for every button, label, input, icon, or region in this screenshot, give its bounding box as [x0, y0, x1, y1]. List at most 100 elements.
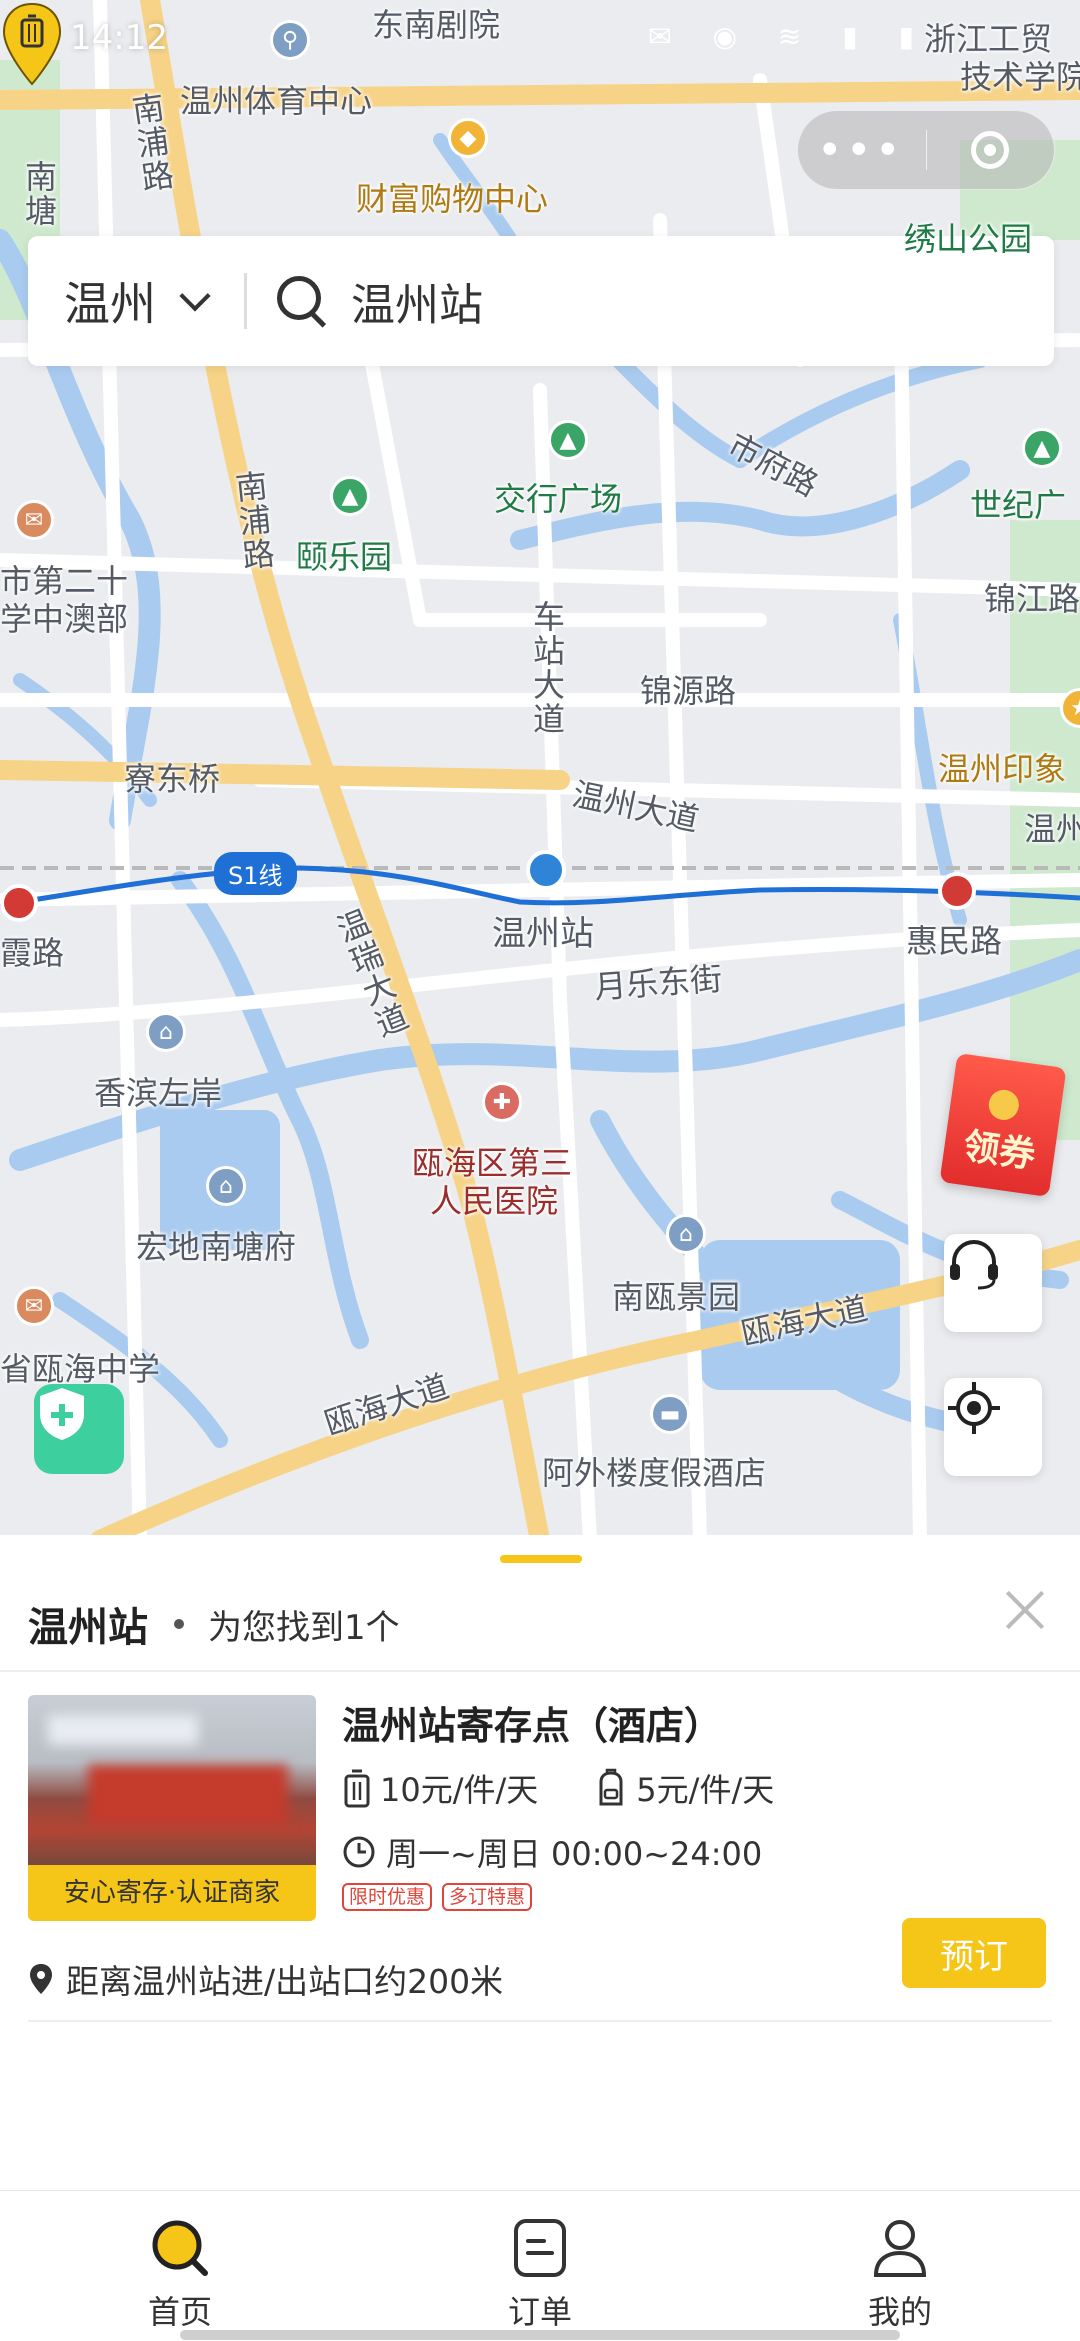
insurance-shield-button[interactable] [34, 1384, 124, 1474]
more-options-icon[interactable]: ••• [798, 130, 926, 171]
map-label: 人民医院 [430, 1182, 559, 1220]
park-icon: ▲ [330, 476, 370, 516]
map-label: 霞路 [0, 934, 65, 972]
school-icon: ✉ [14, 1286, 54, 1326]
coupon-label: 领券 [960, 1125, 1038, 1177]
status-icons: ✉ ◉ ≋ ▮ ▮ [648, 20, 930, 53]
map-label: 宏地南塘府 [136, 1228, 297, 1266]
coupon-button[interactable]: 领券 [939, 1052, 1067, 1198]
stadium-icon: ⚲ [270, 20, 310, 60]
hours-text: 周一~周日 00:00~24:00 [386, 1835, 763, 1873]
map-label: 锦江路 [984, 580, 1080, 618]
crosshair-icon [948, 1382, 1000, 1434]
shield-plus-icon [40, 1388, 84, 1440]
divider [28, 2020, 1052, 2022]
promo-tag: 限时优惠 [342, 1883, 433, 1911]
map-label: 香滨左岸 [94, 1074, 223, 1112]
map-label: 财富购物中心 [356, 180, 549, 218]
hotel-icon: ▬ [650, 1394, 690, 1434]
locate-me-button[interactable] [944, 1378, 1042, 1476]
map-label: 南瓯景园 [612, 1278, 741, 1316]
store-card[interactable]: 安心寄存·认证商家 温州站寄存点（酒店） 10元/件/天 5元/件/天 周一~周… [0, 1695, 1080, 2025]
tab-profile[interactable]: 我的 [720, 2191, 1080, 2341]
sheet-drag-handle[interactable] [500, 1555, 582, 1563]
map-label: 绣山公园 [904, 220, 1033, 258]
close-icon[interactable] [1000, 1585, 1050, 1635]
divider [0, 1670, 1080, 1672]
home-search-icon [152, 2220, 208, 2276]
target-icon [971, 131, 1010, 169]
price-luggage: 10元/件/天 [342, 1765, 538, 1811]
map-label: 温州体育中心 [180, 82, 373, 120]
metro-station-icon [0, 884, 38, 922]
customer-service-button[interactable] [944, 1234, 1042, 1332]
search-input[interactable] [349, 274, 1053, 328]
map-pin-icon [30, 1964, 52, 1994]
city-name: 温州 [64, 277, 156, 331]
distance-row: 距离温州站进/出站口约200米 [28, 1955, 503, 2003]
map-label: 技术学院 [960, 58, 1080, 96]
park-icon: ▲ [548, 420, 588, 460]
headset-icon [950, 1240, 998, 1290]
status-time: 14:12 [70, 18, 168, 58]
map-label: 惠民路 [906, 922, 1003, 960]
results-count: 为您找到1个 [208, 1607, 400, 1648]
metro-line-badge: S1线 [214, 852, 297, 895]
exit-miniprogram-button[interactable] [927, 131, 1055, 169]
map-label: 学中澳部 [0, 600, 129, 638]
search-divider [244, 273, 247, 329]
tab-label: 首页 [147, 2293, 212, 2331]
distance-text: 距离温州站进/出站口约200米 [66, 1962, 504, 2001]
city-selector[interactable]: 温州 [28, 236, 211, 366]
luggage-store-pin-icon[interactable] [0, 0, 64, 90]
residential-icon: ⌂ [146, 1012, 186, 1052]
residential-icon: ⌂ [666, 1214, 706, 1254]
order-icon [514, 2219, 566, 2277]
metro-station-icon [938, 872, 976, 910]
map-label: 温州站 [492, 914, 594, 954]
separator-dot [174, 1619, 184, 1629]
clock-icon [343, 1836, 375, 1868]
profile-icon [873, 2220, 927, 2277]
backpack-icon [599, 1768, 623, 1806]
map-label: 月乐东街 [592, 959, 724, 1007]
park-icon: ▲ [1022, 428, 1062, 468]
residential-icon: ⌂ [206, 1166, 246, 1206]
results-header: 温州站 为您找到1个 [28, 1595, 400, 1653]
map-label: 寮东桥 [124, 760, 221, 798]
price-bag: 5元/件/天 [594, 1765, 774, 1811]
train-station-icon [526, 850, 566, 890]
search-icon [275, 274, 329, 328]
price-luggage-text: 10元/件/天 [380, 1771, 539, 1809]
results-place: 温州站 [28, 1605, 148, 1651]
results-sheet: 温州站 为您找到1个 安心寄存·认证商家 温州站寄存点（酒店） 10元/件/天 [0, 1535, 1080, 2190]
map-label: 交行广场 [494, 480, 623, 518]
price-bag-text: 5元/件/天 [636, 1771, 775, 1809]
book-button[interactable]: 预订 [902, 1918, 1046, 1988]
search-bar: 温州 [28, 236, 1054, 366]
hours-row: 周一~周日 00:00~24:00 [342, 1829, 762, 1875]
tab-bar: 首页 订单 我的 [0, 2190, 1080, 2341]
coupon-seal-icon [986, 1087, 1021, 1122]
hospital-icon: ✚ [482, 1082, 522, 1122]
certified-badge: 安心寄存·认证商家 [28, 1865, 316, 1921]
map-label: 温州 [1024, 810, 1080, 848]
map-label: 颐乐园 [296, 538, 393, 576]
map-label: 东南剧院 [372, 6, 501, 44]
map-view[interactable]: 14:12 ✉ ◉ ≋ ▮ ▮ ••• 温州 东南剧院 ⚲ 温州体育中心 ◆ 财… [0, 0, 1080, 1540]
suitcase-icon [344, 1769, 370, 1808]
shopping-icon: ◆ [448, 118, 488, 158]
tab-label: 订单 [507, 2293, 572, 2331]
promo-tag: 多订特惠 [442, 1883, 533, 1911]
tab-orders[interactable]: 订单 [360, 2191, 720, 2341]
price-row: 10元/件/天 5元/件/天 [342, 1765, 830, 1811]
tab-home[interactable]: 首页 [0, 2191, 360, 2341]
map-label: 南塘 [20, 160, 58, 228]
map-label: 温州印象 [938, 750, 1067, 788]
tab-label: 我的 [867, 2293, 932, 2331]
map-label: 锦源路 [640, 672, 737, 710]
map-label: 世纪广 [970, 486, 1067, 524]
home-indicator [180, 2330, 900, 2340]
map-label: 阿外楼度假酒店 [542, 1454, 767, 1492]
map-label: 车站大道 [528, 600, 566, 736]
